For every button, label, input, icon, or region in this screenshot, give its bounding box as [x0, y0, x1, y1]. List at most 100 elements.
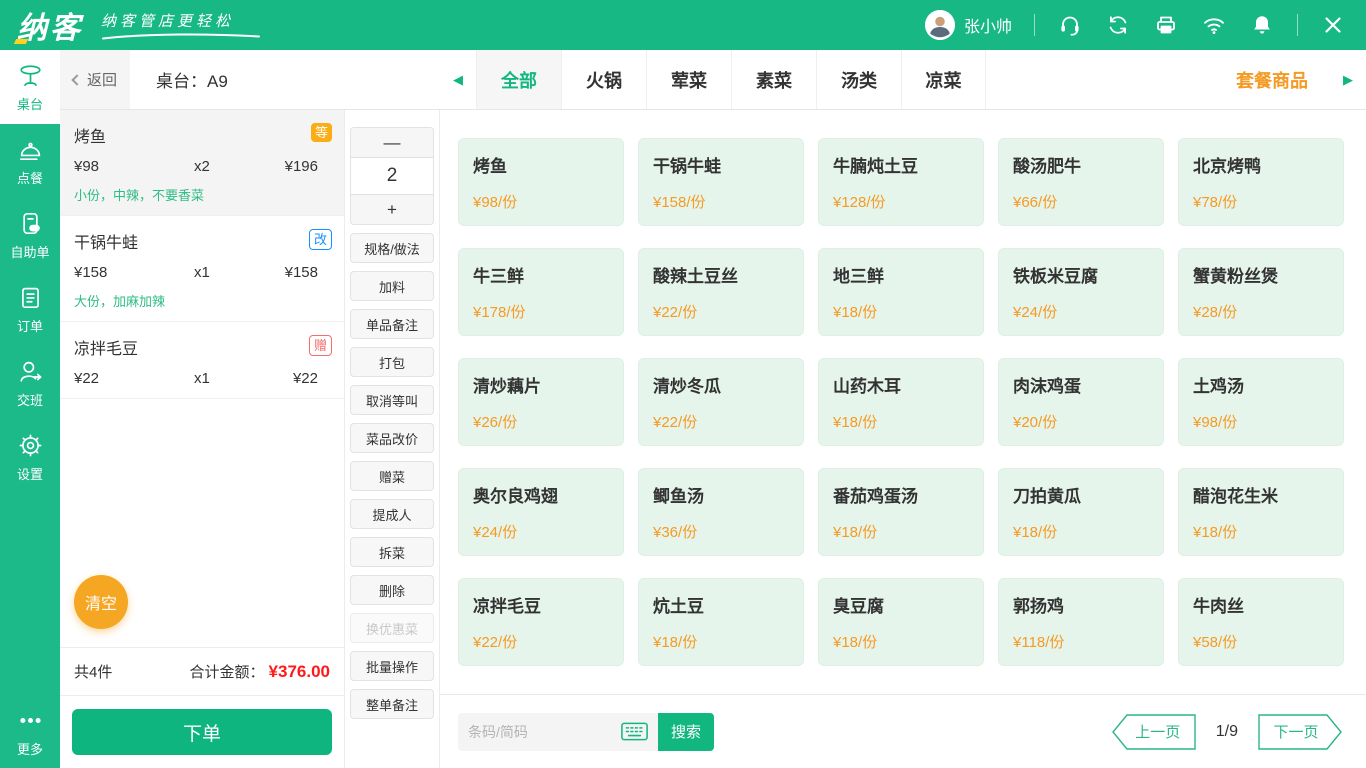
menu-item-card[interactable]: 牛腩炖土豆 ¥128/份	[818, 138, 984, 226]
menu-item-card[interactable]: 臭豆腐 ¥18/份	[818, 578, 984, 666]
menu-item-card[interactable]: 番茄鸡蛋汤 ¥18/份	[818, 468, 984, 556]
order-item-name: 干锅牛蛙	[74, 229, 138, 253]
menu-item-price: ¥36/份	[653, 521, 789, 542]
menu-item-price: ¥66/份	[1013, 191, 1149, 212]
menu-item-card[interactable]: 酸汤肥牛 ¥66/份	[998, 138, 1164, 226]
place-order-button[interactable]: 下单	[72, 709, 332, 755]
action-button[interactable]: 取消等叫	[350, 385, 434, 415]
combo-products-button[interactable]: 套餐商品	[1214, 50, 1330, 109]
menu-item-price: ¥78/份	[1193, 191, 1329, 212]
printer-icon[interactable]	[1153, 12, 1179, 38]
action-button[interactable]: 菜品改价	[350, 423, 434, 453]
menu-item-name: 铁板米豆腐	[1013, 262, 1149, 287]
category-tabbar: ◀ 全部 火锅 荤菜 素菜 汤类 凉菜	[440, 50, 1366, 109]
prev-page-button[interactable]: 上一页	[1112, 714, 1196, 750]
action-button[interactable]: 规格/做法	[350, 233, 434, 263]
menu-item-card[interactable]: 地三鲜 ¥18/份	[818, 248, 984, 336]
clear-order-button[interactable]: 清空	[74, 575, 128, 629]
keyboard-icon[interactable]	[621, 722, 648, 741]
close-icon[interactable]	[1320, 12, 1346, 38]
sidebar-item[interactable]: 设置	[0, 420, 60, 494]
wifi-icon[interactable]	[1201, 12, 1227, 38]
menu-item-card[interactable]: 蟹黄粉丝煲 ¥28/份	[1178, 248, 1344, 336]
sidebar-item[interactable]: 自助单	[0, 198, 60, 272]
next-page-button[interactable]: 下一页	[1258, 714, 1342, 750]
menu-item-card[interactable]: 刀拍黄瓜 ¥18/份	[998, 468, 1164, 556]
menu-item-name: 烤鱼	[473, 152, 609, 177]
menu-item-card[interactable]: 凉拌毛豆 ¥22/份	[458, 578, 624, 666]
menu-item-name: 刀拍黄瓜	[1013, 482, 1149, 507]
sidebar-item[interactable]: 桌台	[0, 50, 60, 124]
back-button[interactable]: 返回	[60, 50, 130, 109]
menu-item-card[interactable]: 土鸡汤 ¥98/份	[1178, 358, 1344, 446]
menu-item-card[interactable]: 鲫鱼汤 ¥36/份	[638, 468, 804, 556]
menu-item-card[interactable]: 肉沫鸡蛋 ¥20/份	[998, 358, 1164, 446]
menu-item-card[interactable]: 牛三鲜 ¥178/份	[458, 248, 624, 336]
action-button[interactable]: 提成人	[350, 499, 434, 529]
action-button[interactable]: 整单备注	[350, 689, 434, 719]
action-button[interactable]: 删除	[350, 575, 434, 605]
menu-item-card[interactable]: 醋泡花生米 ¥18/份	[1178, 468, 1344, 556]
order-item[interactable]: 烤鱼 等 ¥98 x2 ¥196 小份，中辣，不要香菜	[60, 110, 344, 216]
customer-service-icon[interactable]	[1057, 12, 1083, 38]
user-name: 张小帅	[964, 13, 1012, 37]
menu-item-price: ¥158/份	[653, 191, 789, 212]
order-item[interactable]: 凉拌毛豆 赠 ¥22 x1 ¥22	[60, 322, 344, 399]
table-icon	[17, 62, 44, 89]
user-account[interactable]: 张小帅	[925, 10, 1012, 40]
menu-item-card[interactable]: 清炒冬瓜 ¥22/份	[638, 358, 804, 446]
menu-item-card[interactable]: 炕土豆 ¥18/份	[638, 578, 804, 666]
sidebar-item[interactable]: 订单	[0, 272, 60, 346]
tabs-scroll-right-icon[interactable]: ▶	[1330, 50, 1366, 109]
order-item[interactable]: 干锅牛蛙 改 ¥158 x1 ¥158 大份，加麻加辣	[60, 216, 344, 322]
search-input[interactable]	[468, 724, 621, 740]
sidebar-item[interactable]: 交班	[0, 346, 60, 420]
menu-item-card[interactable]: 北京烤鸭 ¥78/份	[1178, 138, 1344, 226]
menu-item-price: ¥28/份	[1193, 301, 1329, 322]
settings-gear-icon	[17, 432, 44, 459]
sidebar-item-more[interactable]: 更多	[0, 696, 60, 768]
menu-item-card[interactable]: 干锅牛蛙 ¥158/份	[638, 138, 804, 226]
action-button[interactable]: 打包	[350, 347, 434, 377]
menu-item-card[interactable]: 烤鱼 ¥98/份	[458, 138, 624, 226]
quantity-stepper: — 2 +	[350, 127, 434, 225]
sync-icon[interactable]	[1105, 12, 1131, 38]
action-button[interactable]: 批量操作	[350, 651, 434, 681]
menu-item-card[interactable]: 奥尔良鸡翅 ¥24/份	[458, 468, 624, 556]
sidebar-item[interactable]: 点餐	[0, 124, 60, 198]
menu-grid: 烤鱼 ¥98/份 干锅牛蛙 ¥158/份 牛腩炖土豆 ¥128/份 酸汤肥牛 ¥…	[440, 110, 1366, 694]
action-button[interactable]: 赠菜	[350, 461, 434, 491]
menu-item-name: 蟹黄粉丝煲	[1193, 262, 1329, 287]
category-tab[interactable]: 汤类	[816, 50, 901, 109]
quantity-minus-button[interactable]: —	[351, 128, 433, 158]
action-button[interactable]: 加料	[350, 271, 434, 301]
menu-item-card[interactable]: 郭扬鸡 ¥118/份	[998, 578, 1164, 666]
menu-item-card[interactable]: 山药木耳 ¥18/份	[818, 358, 984, 446]
tabs-scroll-left-icon[interactable]: ◀	[440, 50, 476, 109]
table-label: 桌台：A9	[156, 67, 228, 92]
category-tab[interactable]: 荤菜	[646, 50, 731, 109]
quantity-plus-button[interactable]: +	[351, 194, 433, 224]
menu-item-card[interactable]: 牛肉丝 ¥58/份	[1178, 578, 1344, 666]
action-button[interactable]: 拆菜	[350, 537, 434, 567]
more-dots-icon	[17, 707, 44, 734]
category-tab[interactable]: 素菜	[731, 50, 816, 109]
menu-item-name: 臭豆腐	[833, 592, 969, 617]
category-tab[interactable]: 全部	[476, 50, 561, 109]
search-button[interactable]: 搜索	[658, 713, 714, 751]
menu-item-price: ¥18/份	[1013, 521, 1149, 542]
menu-item-card[interactable]: 酸辣土豆丝 ¥22/份	[638, 248, 804, 336]
category-tab[interactable]: 凉菜	[901, 50, 986, 109]
action-button[interactable]: 换优惠菜	[350, 613, 434, 643]
menu-item-card[interactable]: 铁板米豆腐 ¥24/份	[998, 248, 1164, 336]
menu-item-name: 土鸡汤	[1193, 372, 1329, 397]
action-button[interactable]: 单品备注	[350, 309, 434, 339]
category-tab[interactable]: 火锅	[561, 50, 646, 109]
menu-item-card[interactable]: 清炒藕片 ¥26/份	[458, 358, 624, 446]
submit-area: 下单	[60, 695, 344, 768]
tabbar-spacer	[986, 50, 1214, 109]
menu-item-name: 鲫鱼汤	[653, 482, 789, 507]
notification-bell-icon[interactable]	[1249, 12, 1275, 38]
topbar-actions: 张小帅	[925, 10, 1346, 40]
menu-item-price: ¥18/份	[653, 631, 789, 652]
